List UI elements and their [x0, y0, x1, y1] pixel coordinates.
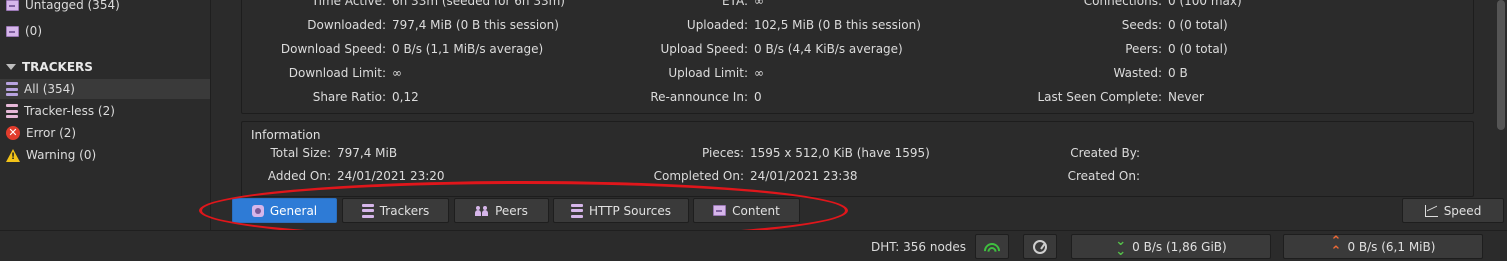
sidebar-item-all[interactable]: All (354): [0, 79, 210, 99]
tab-content-label: Content: [732, 203, 780, 218]
folder-icon: [6, 0, 19, 11]
tab-http-sources[interactable]: HTTP Sources: [553, 198, 689, 223]
last-seen-value: Never: [1168, 90, 1204, 104]
wasted-label: Wasted:: [1113, 66, 1162, 80]
warning-icon: !: [6, 148, 20, 162]
general-properties: Time Active: 6h 33m (seeded for 6h 33m) …: [212, 0, 1507, 230]
sidebar-item-untagged[interactable]: Untagged (354): [6, 0, 120, 15]
tab-general[interactable]: General: [232, 198, 337, 223]
trackers-header-label: TRACKERS: [22, 60, 93, 74]
sidebar-item-warning[interactable]: ! Warning (0): [6, 145, 96, 165]
gear-icon: [251, 204, 264, 217]
dht-nodes-text: DHT: 356 nodes: [871, 240, 967, 254]
sidebar-item-label: All (354): [24, 82, 75, 96]
created-by-row: Created By:: [242, 146, 1140, 164]
connections-row: Connections: 0 (100 max): [242, 0, 1242, 12]
sidebar-item-trackerless[interactable]: Tracker-less (2): [6, 101, 115, 121]
sidebar-item-label: Tracker-less (2): [24, 104, 115, 118]
download-speed-button[interactable]: ⌄ ⌄ 0 B/s (1,86 GiB): [1071, 234, 1271, 259]
peers-row: Peers: 0 (0 total): [242, 42, 1228, 60]
folder-icon: [713, 205, 727, 216]
sidebar-item-error[interactable]: ✕ Error (2): [6, 123, 76, 143]
tab-http-sources-label: HTTP Sources: [589, 203, 671, 218]
peers-label: Peers:: [1125, 42, 1162, 56]
tab-peers-label: Peers: [495, 203, 528, 218]
upload-speed-status: 0 B/s (6,1 MiB): [1347, 239, 1436, 254]
seeds-value: 0 (0 total): [1168, 18, 1228, 32]
sidebar-item-label: (0): [25, 24, 42, 38]
wasted-value: 0 B: [1168, 66, 1188, 80]
vertical-scrollbar[interactable]: [1496, 0, 1506, 190]
stack-icon: [361, 203, 374, 218]
seeds-row: Seeds: 0 (0 total): [242, 18, 1228, 36]
chart-icon: [1424, 204, 1438, 217]
status-bar: DHT: 356 nodes ⌄ ⌄ 0 B/s (1,86 GiB) ⌃ ⌃ 0 …: [0, 230, 1507, 261]
created-on-label: Created On:: [1067, 169, 1140, 183]
stack-icon: [6, 104, 18, 118]
peers-icon: [475, 205, 489, 216]
sidebar-item-label: Untagged (354): [25, 0, 120, 12]
upload-speed-button[interactable]: ⌃ ⌃ 0 B/s (6,1 MiB): [1283, 234, 1483, 259]
speed-button-label: Speed: [1443, 203, 1482, 218]
connections-value: 0 (100 max): [1168, 0, 1242, 8]
seeds-label: Seeds:: [1121, 18, 1162, 32]
created-on-row: Created On:: [242, 169, 1140, 187]
error-icon: ✕: [6, 126, 20, 140]
speed-button[interactable]: Speed: [1402, 198, 1504, 223]
alt-speed-limits-button[interactable]: [1023, 234, 1057, 259]
sidebar-item-empty-tag[interactable]: (0): [6, 21, 42, 41]
tab-content[interactable]: Content: [693, 198, 800, 223]
upload-arrow-icon: ⌃ ⌃: [1330, 233, 1342, 259]
connections-label: Connections:: [1083, 0, 1162, 8]
stack-icon: [571, 203, 583, 218]
collapse-arrow-icon: [6, 64, 16, 70]
peers-value: 0 (0 total): [1168, 42, 1228, 56]
stack-icon: [6, 82, 18, 96]
connection-status-button[interactable]: [975, 234, 1009, 259]
trackers-section-header[interactable]: TRACKERS: [6, 58, 93, 76]
folder-icon: [6, 25, 19, 37]
last-seen-label: Last Seen Complete:: [1037, 90, 1163, 104]
sidebar: Untagged (354) (0) TRACKERS All (354) Tr…: [0, 0, 211, 230]
download-arrow-icon: ⌄ ⌄: [1115, 233, 1127, 259]
tab-trackers[interactable]: Trackers: [342, 198, 449, 223]
tab-general-label: General: [269, 203, 318, 218]
wifi-icon: [984, 240, 1000, 253]
tab-peers[interactable]: Peers: [454, 198, 549, 223]
sidebar-item-label: Warning (0): [26, 148, 97, 162]
sidebar-item-label: Error (2): [26, 126, 77, 140]
information-title: Information: [251, 128, 321, 142]
download-speed-status: 0 B/s (1,86 GiB): [1132, 239, 1227, 254]
transfer-panel: Time Active: 6h 33m (seeded for 6h 33m) …: [241, 0, 1474, 114]
tab-trackers-label: Trackers: [379, 203, 430, 218]
last-seen-row: Last Seen Complete: Never: [242, 90, 1204, 108]
information-panel: Information Total Size: 797,4 MiB Added …: [241, 121, 1474, 197]
speedometer-icon: [1033, 239, 1047, 254]
wasted-row: Wasted: 0 B: [242, 66, 1188, 84]
created-by-label: Created By:: [1070, 146, 1140, 160]
scrollbar-thumb[interactable]: [1497, 0, 1505, 130]
